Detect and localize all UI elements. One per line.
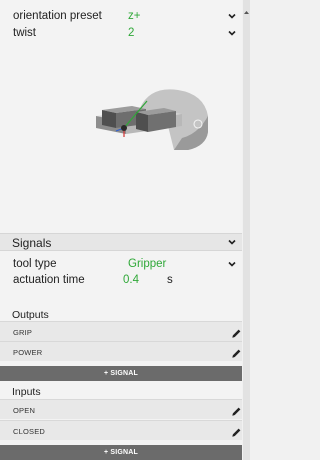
output-signal-row[interactable]: POWER [0,341,242,361]
gripper-3d-preview[interactable] [0,58,242,228]
orientation-preset-label: orientation preset [13,10,102,22]
pencil-icon[interactable] [231,346,242,358]
output-signal-row[interactable]: GRIP [0,321,242,341]
scroll-down-arrow-icon[interactable] [244,453,249,458]
input-signal-row[interactable]: CLOSED [0,420,242,440]
twist-value[interactable]: 2 [128,26,134,40]
orientation-preset-row: orientation preset z+ [13,9,243,23]
input-signal-label: CLOSED [13,427,46,436]
output-signal-label: GRIP [13,328,33,337]
twist-chevron-down-icon[interactable] [227,28,237,38]
add-output-signal-button[interactable]: + SIGNAL [0,366,242,381]
signals-section-header[interactable]: Signals [0,233,242,251]
signals-chevron-down-icon[interactable] [227,237,237,247]
output-signal-label: POWER [13,348,43,357]
orientation-preset-value[interactable]: z+ [128,9,140,23]
outputs-title: Outputs [12,309,49,321]
input-signal-label: OPEN [13,406,36,415]
tool-type-chevron-down-icon[interactable] [227,259,237,269]
tool-type-value[interactable]: Gripper [128,257,166,271]
actuation-time-row: actuation time 0.4 s [13,273,243,287]
actuation-time-label: actuation time [13,274,85,286]
twist-label: twist [13,27,36,39]
inputs-title: Inputs [12,386,41,398]
actuation-time-unit: s [167,274,173,286]
add-input-signal-button[interactable]: + SIGNAL [0,445,242,460]
twist-row: twist 2 [13,26,243,40]
orientation-preset-chevron-down-icon[interactable] [227,11,237,21]
properties-panel: orientation preset z+ twist 2 Signals to… [0,0,242,460]
pencil-icon[interactable] [231,425,242,437]
actuation-time-input[interactable]: 0.4 [123,273,139,287]
input-signal-row[interactable]: OPEN [0,399,242,419]
pencil-icon[interactable] [231,404,242,416]
pencil-icon[interactable] [231,326,242,338]
scroll-up-arrow-icon[interactable] [244,2,249,14]
signals-title: Signals [12,236,52,250]
vertical-scrollbar[interactable] [243,0,250,460]
tool-type-row: tool type Gripper [13,257,243,271]
tool-type-label: tool type [13,258,57,270]
